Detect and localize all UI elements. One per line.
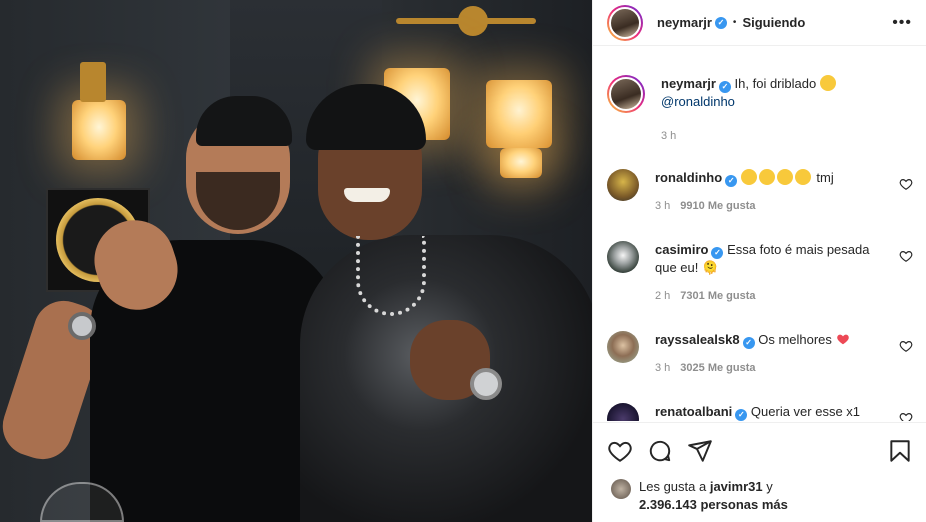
comment-avatar[interactable] <box>607 403 639 421</box>
post-header: neymarjr ✓ • Siguiendo ••• <box>593 0 926 46</box>
comment-avatar[interactable] <box>607 241 639 273</box>
comment-time[interactable]: 2 h <box>655 290 670 302</box>
verified-icon: ✓ <box>711 247 724 259</box>
verified-icon: ✓ <box>742 337 755 349</box>
comment-avatar[interactable] <box>607 169 639 201</box>
liker-username[interactable]: javimr31 <box>710 479 763 494</box>
comment-text: Os melhores <box>758 332 832 347</box>
comment-likes[interactable]: 7301 Me gusta <box>680 290 755 302</box>
post-side-panel: neymarjr ✓ • Siguiendo ••• neymarjr ✓ Ih,… <box>592 0 926 522</box>
chain-necklace <box>356 236 426 316</box>
author-username[interactable]: neymarjr <box>657 15 712 30</box>
comment-time[interactable]: 3 h <box>655 362 670 374</box>
heart-icon[interactable] <box>607 438 633 464</box>
comment-item: ronaldinho ✓ tmj 3 h 9910 Me gusta <box>607 169 913 215</box>
right-wristwatch <box>470 368 502 400</box>
separator-dot: • <box>732 17 737 28</box>
comment-avatar[interactable] <box>607 331 639 363</box>
comment-username[interactable]: casimiro <box>655 242 708 257</box>
share-icon[interactable] <box>687 438 713 464</box>
comment-time[interactable]: 3 h <box>655 200 670 212</box>
author-avatar[interactable] <box>607 4 643 41</box>
post-modal: neymarjr ✓ • Siguiendo ••• neymarjr ✓ Ih,… <box>0 0 926 522</box>
left-wristwatch <box>68 312 96 340</box>
shocked-face-emoji-icon <box>758 169 775 185</box>
comment-item: casimiro ✓ Essa foto é mais pesada que eu… <box>607 241 913 305</box>
liker-avatar[interactable] <box>611 479 631 499</box>
comment-item: renatoalbani ✓ Queria ver esse x1 <box>607 403 913 421</box>
chandelier-lamp-2 <box>486 80 552 148</box>
likes-suffix: y <box>766 479 773 494</box>
comment-username[interactable]: rayssalealsk8 <box>655 332 740 347</box>
bookmark-icon[interactable] <box>887 438 913 464</box>
comments-list[interactable]: neymarjr ✓ Ih, foi driblado @ronaldinho 3… <box>593 47 926 421</box>
verified-icon: ✓ <box>725 175 738 187</box>
wink-face-emoji-icon <box>819 75 836 91</box>
likes-prefix: Les gusta a <box>639 479 707 494</box>
comment-text: Essa foto é mais pesada <box>727 242 870 257</box>
post-photo[interactable] <box>0 0 592 522</box>
caption-time[interactable]: 3 h <box>661 130 676 142</box>
comment-username[interactable]: renatoalbani <box>655 404 732 419</box>
post-actions-bar <box>593 422 926 478</box>
caption-mention-link[interactable]: @ronaldinho <box>661 94 735 109</box>
comment-username[interactable]: ronaldinho <box>655 170 722 185</box>
more-options-icon[interactable]: ••• <box>892 14 912 32</box>
comment-likes[interactable]: 9910 Me gusta <box>680 200 755 212</box>
lamp-bracket-left <box>80 62 106 102</box>
like-comment-heart-icon[interactable] <box>899 411 913 421</box>
comment-text: Queria ver esse x1 <box>750 404 861 419</box>
comment-icon[interactable] <box>647 438 673 464</box>
caption-avatar[interactable] <box>607 75 645 113</box>
like-comment-heart-icon[interactable] <box>899 249 913 263</box>
comment-item: rayssalealsk8 ✓ Os melhores 3 h 3025 Me gu… <box>607 331 913 377</box>
caption-text: Ih, foi driblado <box>734 76 817 91</box>
chandelier-lamp-3 <box>500 148 542 178</box>
verified-icon: ✓ <box>714 16 727 29</box>
verified-icon: ✓ <box>735 409 748 421</box>
likes-count-link[interactable]: 2.396.143 personas más <box>639 496 788 514</box>
verified-icon: ✓ <box>718 81 731 93</box>
left-person-cap <box>196 96 292 146</box>
right-person-smile <box>344 188 390 202</box>
shocked-face-emoji-icon <box>740 169 757 185</box>
shocked-face-emoji-icon <box>776 169 793 185</box>
caption: neymarjr ✓ Ih, foi driblado @ronaldinho 3… <box>607 75 913 145</box>
wall-lamp-left <box>72 100 126 160</box>
shocked-face-emoji-icon <box>794 169 811 185</box>
like-comment-heart-icon[interactable] <box>899 339 913 353</box>
caption-username[interactable]: neymarjr <box>661 76 716 91</box>
chandelier-rose <box>458 6 488 36</box>
red-heart-emoji-icon <box>836 334 849 345</box>
likes-summary: Les gusta a javimr31 y 2.396.143 persona… <box>611 478 911 514</box>
follow-status-button[interactable]: Siguiendo <box>742 15 805 30</box>
like-comment-heart-icon[interactable] <box>899 177 913 191</box>
comment-text: tmj <box>816 170 834 185</box>
comment-likes[interactable]: 3025 Me gusta <box>680 362 755 374</box>
comment-text-continued: que eu! 🫠 <box>655 260 719 275</box>
